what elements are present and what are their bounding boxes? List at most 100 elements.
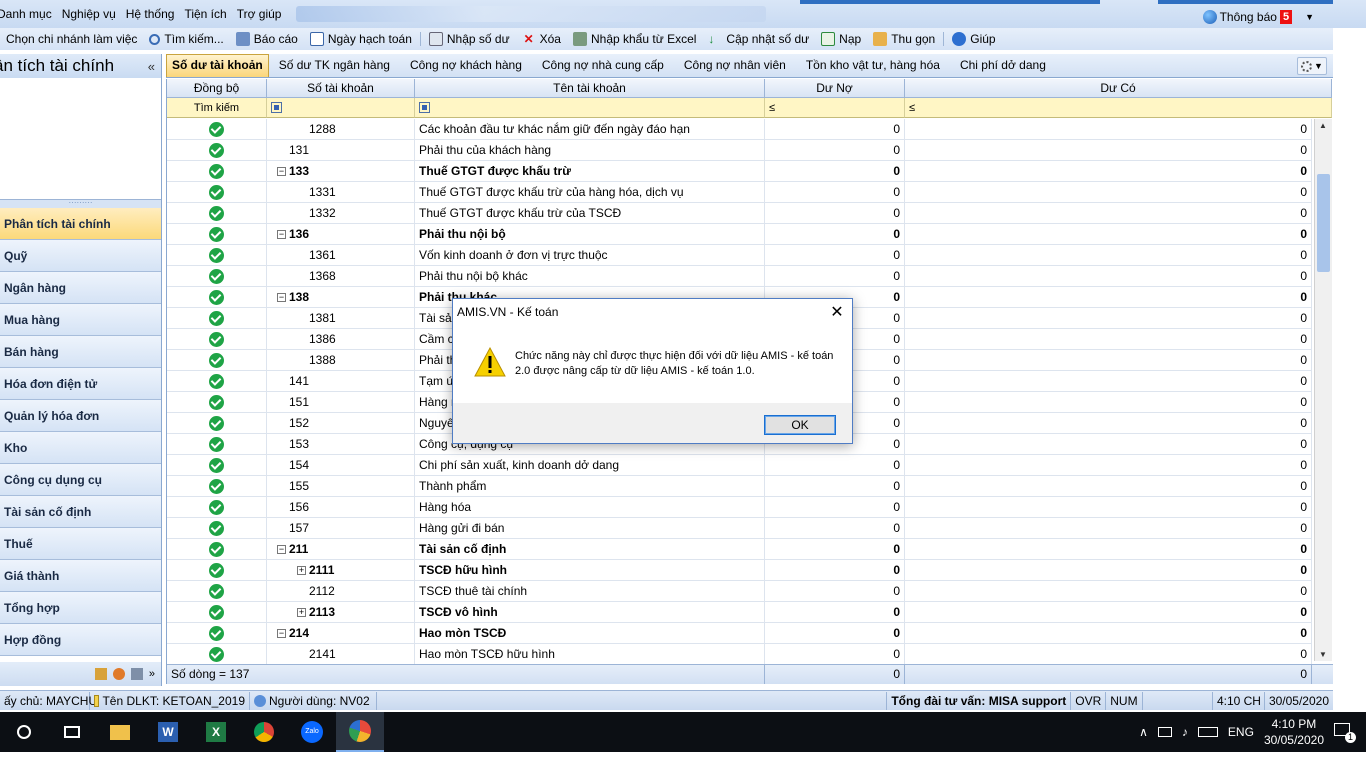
nav-item[interactable]: Quản lý hóa đơn — [0, 400, 161, 432]
debit-cell[interactable]: 0 — [765, 581, 905, 602]
nav-item[interactable]: Phân tích tài chính — [0, 208, 161, 240]
expand-icon[interactable]: + — [297, 566, 306, 576]
menu-danh-muc[interactable]: Danh mục — [0, 7, 57, 21]
col-header-debit[interactable]: Dư Nợ — [765, 79, 905, 98]
credit-cell[interactable]: 0 — [905, 308, 1312, 329]
collapse-icon[interactable]: − — [277, 545, 286, 555]
nav-item[interactable]: Quỹ — [0, 240, 161, 272]
load-button[interactable]: Nạp — [815, 32, 867, 46]
table-row[interactable]: 2112 TSCĐ thuê tài chính 0 0 — [167, 581, 1312, 602]
table-row[interactable]: 131 Phải thu của khách hàng 0 0 — [167, 140, 1312, 161]
menu-tien-ich[interactable]: Tiện ích — [179, 7, 231, 21]
collapse-button[interactable]: Thu gọn — [867, 32, 941, 46]
credit-cell[interactable]: 0 — [905, 476, 1312, 497]
module-icon[interactable] — [94, 668, 107, 680]
filter-account-name[interactable] — [415, 98, 765, 118]
expand-icon[interactable]: + — [297, 608, 306, 618]
table-row[interactable]: +2111 TSCĐ hữu hình 0 0 — [167, 560, 1312, 581]
table-row[interactable]: −133 Thuế GTGT được khấu trừ 0 0 — [167, 161, 1312, 182]
language-indicator[interactable]: ENG — [1228, 725, 1254, 739]
table-row[interactable]: 1368 Phải thu nội bộ khác 0 0 — [167, 266, 1312, 287]
credit-cell[interactable]: 0 — [905, 392, 1312, 413]
credit-cell[interactable]: 0 — [905, 287, 1312, 308]
col-header-credit[interactable]: Dư Có — [905, 79, 1332, 98]
filter-account-number[interactable] — [267, 98, 415, 118]
table-row[interactable]: 155 Thành phẩm 0 0 — [167, 476, 1312, 497]
credit-cell[interactable]: 0 — [905, 245, 1312, 266]
import-excel-button[interactable]: Nhập khẩu từ Excel — [567, 32, 702, 46]
network-icon[interactable] — [1157, 727, 1172, 737]
debit-cell[interactable]: 0 — [765, 119, 905, 140]
module-icon[interactable] — [130, 668, 143, 680]
credit-cell[interactable]: 0 — [905, 581, 1312, 602]
branch-selector[interactable]: Chọn chi nhánh làm việc — [0, 32, 143, 46]
keyboard-icon[interactable] — [1197, 727, 1218, 737]
cortana-button[interactable] — [0, 712, 48, 752]
debit-cell[interactable]: 0 — [765, 224, 905, 245]
table-row[interactable]: 154 Chi phí sản xuất, kinh doanh dở dang 0… — [167, 455, 1312, 476]
debit-cell[interactable]: 0 — [765, 476, 905, 497]
col-header-sync[interactable]: Đồng bộ — [167, 79, 267, 98]
credit-cell[interactable]: 0 — [905, 371, 1312, 392]
col-header-account-number[interactable]: Số tài khoản — [267, 79, 415, 98]
nav-item[interactable]: Kho — [0, 432, 161, 464]
table-row[interactable]: −214 Hao mòn TSCĐ 0 0 — [167, 623, 1312, 644]
enter-balance-button[interactable]: Nhập số dư — [423, 32, 516, 46]
task-view-button[interactable] — [48, 712, 96, 752]
debit-cell[interactable]: 0 — [765, 203, 905, 224]
col-header-account-name[interactable]: Tên tài khoản — [415, 79, 765, 98]
credit-cell[interactable]: 0 — [905, 224, 1312, 245]
tab[interactable]: Tồn kho vật tư, hàng hóa — [796, 54, 950, 77]
module-icon[interactable] — [112, 668, 125, 680]
collapse-panel-icon[interactable]: « — [148, 59, 155, 74]
splitter-handle[interactable]: ········· — [0, 199, 161, 208]
tab[interactable]: Chi phí dở dang — [950, 54, 1056, 77]
table-row[interactable]: 156 Hàng hóa 0 0 — [167, 497, 1312, 518]
action-center-button[interactable]: 1 — [1334, 723, 1356, 743]
table-row[interactable]: 157 Hàng gửi đi bán 0 0 — [167, 518, 1312, 539]
debit-cell[interactable]: 0 — [765, 497, 905, 518]
report-button[interactable]: Báo cáo — [230, 32, 304, 46]
nav-item[interactable]: Hóa đơn điện tử — [0, 368, 161, 400]
credit-cell[interactable]: 0 — [905, 434, 1312, 455]
nav-item[interactable]: Tài sản cố định — [0, 496, 161, 528]
table-row[interactable]: −136 Phải thu nội bộ 0 0 — [167, 224, 1312, 245]
credit-cell[interactable]: 0 — [905, 161, 1312, 182]
debit-cell[interactable]: 0 — [765, 161, 905, 182]
zalo-button[interactable]: Zalo — [288, 712, 336, 752]
credit-cell[interactable]: 0 — [905, 266, 1312, 287]
scroll-down-icon[interactable]: ▼ — [1319, 650, 1327, 659]
credit-cell[interactable]: 0 — [905, 413, 1312, 434]
table-row[interactable]: 1361 Vốn kinh doanh ở đơn vị trực thuộc 0 0 — [167, 245, 1312, 266]
posting-date-button[interactable]: Ngày hạch toán — [304, 32, 418, 46]
nav-item[interactable]: Mua hàng — [0, 304, 161, 336]
chevron-down-icon[interactable]: ▼ — [1305, 12, 1314, 22]
tab[interactable]: Công nợ nhân viên — [674, 54, 796, 77]
nav-item[interactable]: Thuế — [0, 528, 161, 560]
table-row[interactable]: +2113 TSCĐ vô hình 0 0 — [167, 602, 1312, 623]
volume-icon[interactable]: ♪ — [1182, 725, 1188, 739]
tab[interactable]: Công nợ khách hàng — [400, 54, 532, 77]
debit-cell[interactable]: 0 — [765, 140, 905, 161]
nav-item[interactable]: Bán hàng — [0, 336, 161, 368]
close-icon[interactable]: ✕ — [822, 299, 852, 325]
debit-cell[interactable]: 0 — [765, 245, 905, 266]
debit-cell[interactable]: 0 — [765, 266, 905, 287]
tab[interactable]: Số dư tài khoản — [166, 54, 269, 77]
credit-cell[interactable]: 0 — [905, 623, 1312, 644]
credit-cell[interactable]: 0 — [905, 518, 1312, 539]
debit-cell[interactable]: 0 — [765, 518, 905, 539]
credit-cell[interactable]: 0 — [905, 119, 1312, 140]
help-button[interactable]: Giúp — [946, 32, 1001, 46]
credit-cell[interactable]: 0 — [905, 455, 1312, 476]
filter-debit[interactable]: ≤ — [765, 98, 905, 118]
chevron-more-icon[interactable]: » — [149, 668, 155, 680]
excel-button[interactable]: X — [192, 712, 240, 752]
collapse-icon[interactable]: − — [277, 293, 286, 303]
menu-nghiep-vu[interactable]: Nghiệp vụ — [57, 7, 121, 21]
debit-cell[interactable]: 0 — [765, 602, 905, 623]
table-row[interactable]: −211 Tài sản cố định 0 0 — [167, 539, 1312, 560]
ok-button[interactable]: OK — [764, 415, 836, 435]
debit-cell[interactable]: 0 — [765, 539, 905, 560]
vertical-scrollbar[interactable]: ▲ ▼ — [1314, 119, 1332, 661]
